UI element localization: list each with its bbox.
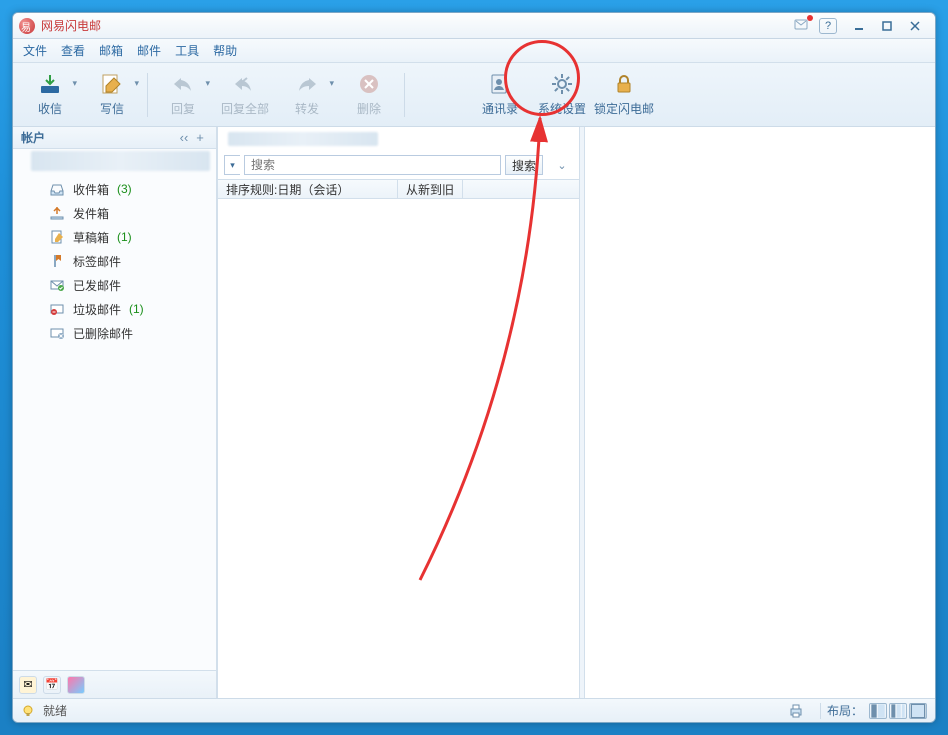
sidebar: 帐户 ‹‹ + 收件箱 (3) 发件箱 草稿箱 (1: [13, 127, 217, 698]
folder-trash[interactable]: 已删除邮件: [13, 321, 216, 345]
search-row: ▾ 搜索 ⌄: [218, 151, 579, 179]
list-header: [218, 127, 579, 151]
maximize-button[interactable]: [873, 17, 901, 35]
menu-help[interactable]: 帮助: [213, 42, 237, 59]
sidebar-prev[interactable]: ‹‹: [176, 130, 192, 145]
mail-list-panel: ▾ 搜索 ⌄ 排序规则:日期（会话） 从新到旧: [217, 127, 579, 698]
outbox-icon: [49, 205, 65, 221]
reply-icon: [171, 72, 195, 96]
print-icon[interactable]: [788, 703, 804, 719]
folder-tagged[interactable]: 标签邮件: [13, 249, 216, 273]
layout-label: 布局：: [827, 702, 863, 719]
status-text: 就绪: [43, 702, 67, 719]
gear-icon: [550, 72, 574, 96]
folder-inbox[interactable]: 收件箱 (3): [13, 177, 216, 201]
reply-all-icon: [233, 72, 257, 96]
sort-rule[interactable]: 排序规则:日期（会话）: [218, 180, 398, 198]
compose-icon: [100, 72, 124, 96]
draft-icon: [49, 229, 65, 245]
lock-button[interactable]: 锁定闪电邮: [593, 66, 655, 124]
folder-spam[interactable]: 垃圾邮件 (1): [13, 297, 216, 321]
layout-btn-1[interactable]: [869, 703, 887, 719]
app-title: 网易闪电邮: [41, 17, 101, 34]
search-input[interactable]: [244, 155, 501, 175]
delete-button[interactable]: 删除: [338, 66, 400, 124]
title-bar: 网易闪电邮 ?: [13, 13, 935, 39]
folder-outbox[interactable]: 发件箱: [13, 201, 216, 225]
tag-icon: [49, 253, 65, 269]
receive-icon: [38, 72, 62, 96]
list-header-redacted: [228, 132, 378, 146]
main-wrap: ▾ 搜索 ⌄ 排序规则:日期（会话） 从新到旧: [217, 127, 935, 698]
search-expand[interactable]: ⌄: [553, 156, 571, 174]
menu-mailbox[interactable]: 邮箱: [99, 42, 123, 59]
sidebar-calendar-icon[interactable]: 📅: [43, 676, 61, 694]
search-button[interactable]: 搜索: [505, 155, 543, 175]
layout-btn-3[interactable]: [909, 703, 927, 719]
menu-file[interactable]: 文件: [23, 42, 47, 59]
folder-drafts[interactable]: 草稿箱 (1): [13, 225, 216, 249]
bulb-icon: [21, 704, 35, 718]
sent-icon: [49, 277, 65, 293]
sidebar-apps-icon[interactable]: [67, 676, 85, 694]
spam-icon: [49, 301, 65, 317]
sidebar-mail-icon[interactable]: ✉: [19, 676, 37, 694]
sort-order[interactable]: 从新到旧: [398, 180, 463, 198]
menu-mail[interactable]: 邮件: [137, 42, 161, 59]
preview-pane: [585, 127, 935, 698]
body: 帐户 ‹‹ + 收件箱 (3) 发件箱 草稿箱 (1: [13, 127, 935, 698]
search-scope-dropdown[interactable]: ▾: [224, 155, 240, 175]
forward-icon: [295, 72, 319, 96]
folder-list: 收件箱 (3) 发件箱 草稿箱 (1) 标签邮件: [13, 173, 216, 670]
contacts-icon: [488, 72, 512, 96]
notification-icon[interactable]: [793, 17, 815, 35]
account-label: 帐户: [21, 129, 45, 146]
toolbar: 收信▾ 写信▾ 回复▾ 回复全部 转发▾ 删除 通讯录: [13, 63, 935, 127]
layout-btn-2[interactable]: [889, 703, 907, 719]
account-header: 帐户 ‹‹ +: [13, 127, 216, 149]
delete-icon: [357, 72, 381, 96]
help-button[interactable]: ?: [819, 18, 837, 34]
sidebar-add[interactable]: +: [192, 130, 208, 145]
minimize-button[interactable]: [845, 17, 873, 35]
status-bar: 就绪 布局：: [13, 698, 935, 722]
forward-button[interactable]: 转发▾: [276, 66, 338, 124]
trash-icon: [49, 325, 65, 341]
settings-button[interactable]: 系统设置: [531, 66, 593, 124]
account-name-redacted[interactable]: [31, 151, 210, 171]
receive-button[interactable]: 收信▾: [19, 66, 81, 124]
lock-icon: [612, 72, 636, 96]
reply-button[interactable]: 回复▾: [152, 66, 214, 124]
sort-row[interactable]: 排序规则:日期（会话） 从新到旧: [218, 179, 579, 199]
app-window: 网易闪电邮 ? 文件 查看 邮箱 邮件 工具 帮助 收信▾ 写信▾ 回复▾: [12, 12, 936, 723]
contacts-button[interactable]: 通讯录: [469, 66, 531, 124]
menu-view[interactable]: 查看: [61, 42, 85, 59]
mail-list[interactable]: [218, 199, 579, 698]
reply-all-button[interactable]: 回复全部: [214, 66, 276, 124]
menu-bar: 文件 查看 邮箱 邮件 工具 帮助: [13, 39, 935, 63]
close-button[interactable]: [901, 17, 929, 35]
menu-tools[interactable]: 工具: [175, 42, 199, 59]
compose-button[interactable]: 写信▾: [81, 66, 143, 124]
sidebar-bottom: ✉ 📅: [13, 670, 216, 698]
app-icon: [19, 18, 35, 34]
folder-sent[interactable]: 已发邮件: [13, 273, 216, 297]
inbox-icon: [49, 181, 65, 197]
